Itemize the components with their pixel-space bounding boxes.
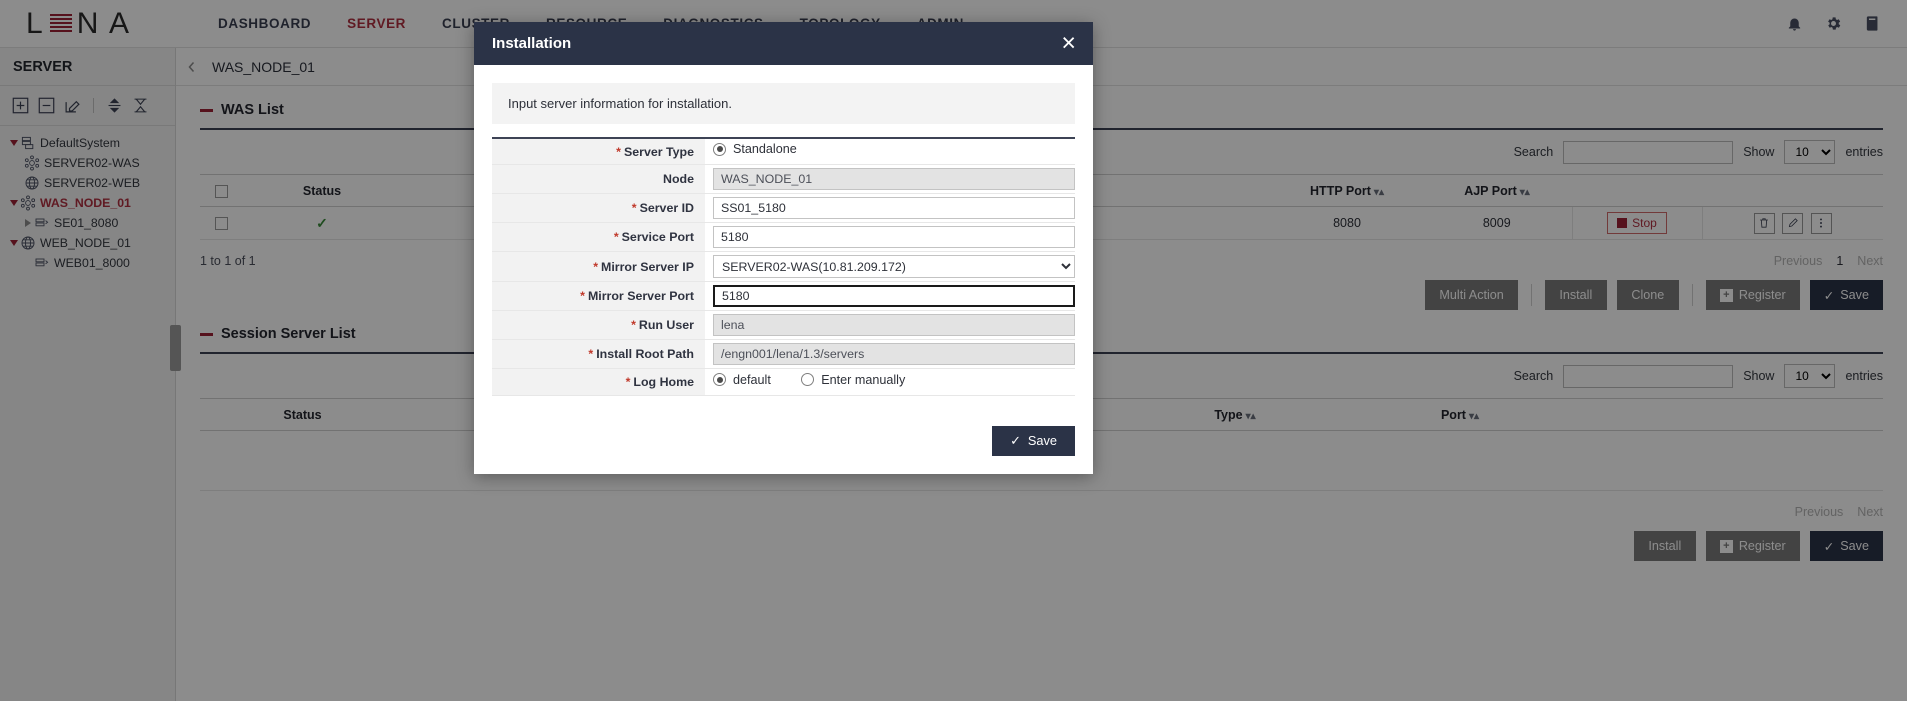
field-row-server-type: *Server Type Standalone xyxy=(492,138,1075,165)
radio-log-home-default[interactable]: default xyxy=(713,373,771,387)
install-root-path-label: *Install Root Path xyxy=(492,340,705,369)
dialog-title: Installation xyxy=(492,35,571,52)
server-id-input[interactable] xyxy=(713,197,1075,219)
run-user-input xyxy=(713,314,1075,336)
server-id-label: *Server ID xyxy=(492,194,705,223)
node-label: Node xyxy=(492,165,705,194)
close-icon[interactable]: × xyxy=(1058,31,1079,56)
radio-default-label: default xyxy=(733,373,771,387)
radio-icon[interactable] xyxy=(801,373,814,386)
dialog-header: Installation × xyxy=(474,22,1093,65)
server-id-value xyxy=(705,194,1075,223)
required-star: * xyxy=(614,230,619,244)
mirror-server-ip-value: SERVER02-WAS(10.81.209.172) xyxy=(705,252,1075,282)
dialog-instruction: Input server information for installatio… xyxy=(492,83,1075,124)
dialog-save-button[interactable]: ✓ Save xyxy=(992,426,1075,456)
field-row-mirror-server-ip: *Mirror Server IP SERVER02-WAS(10.81.209… xyxy=(492,252,1075,282)
service-port-input[interactable] xyxy=(713,226,1075,248)
field-row-node: Node xyxy=(492,165,1075,194)
run-user-label: *Run User xyxy=(492,311,705,340)
required-star: * xyxy=(593,260,598,274)
required-star: * xyxy=(626,375,631,389)
node-value xyxy=(705,165,1075,194)
radio-icon[interactable] xyxy=(713,373,726,386)
dialog-body: Input server information for installatio… xyxy=(474,65,1093,412)
field-row-service-port: *Service Port xyxy=(492,223,1075,252)
radio-icon[interactable] xyxy=(713,143,726,156)
check-icon: ✓ xyxy=(1010,433,1021,449)
server-type-value: Standalone xyxy=(705,138,1075,165)
service-port-label: *Service Port xyxy=(492,223,705,252)
installation-form: *Server Type Standalone Node *Server ID xyxy=(492,137,1075,396)
dialog-footer: ✓ Save xyxy=(474,412,1093,474)
install-root-path-input xyxy=(713,343,1075,365)
install-root-path-value xyxy=(705,340,1075,369)
field-row-run-user: *Run User xyxy=(492,311,1075,340)
service-port-value xyxy=(705,223,1075,252)
mirror-server-ip-select[interactable]: SERVER02-WAS(10.81.209.172) xyxy=(713,255,1075,278)
node-input xyxy=(713,168,1075,190)
server-type-label: *Server Type xyxy=(492,138,705,165)
radio-log-home-manual[interactable]: Enter manually xyxy=(801,373,905,387)
field-row-log-home: *Log Home default Enter manually xyxy=(492,369,1075,396)
field-row-install-root-path: *Install Root Path xyxy=(492,340,1075,369)
radio-manual-label: Enter manually xyxy=(821,373,905,387)
log-home-value: default Enter manually xyxy=(705,369,1075,396)
required-star: * xyxy=(632,201,637,215)
mirror-server-port-label: *Mirror Server Port xyxy=(492,282,705,311)
required-star: * xyxy=(631,318,636,332)
log-home-label: *Log Home xyxy=(492,369,705,396)
installation-dialog: Installation × Input server information … xyxy=(474,22,1093,474)
dialog-save-label: Save xyxy=(1028,433,1057,448)
mirror-server-ip-label: *Mirror Server IP xyxy=(492,252,705,282)
run-user-value xyxy=(705,311,1075,340)
radio-standalone-label: Standalone xyxy=(733,142,797,156)
required-star: * xyxy=(588,347,593,361)
field-row-mirror-server-port: *Mirror Server Port xyxy=(492,282,1075,311)
radio-standalone[interactable]: Standalone xyxy=(713,142,797,156)
required-star: * xyxy=(616,145,621,159)
mirror-server-port-value xyxy=(705,282,1075,311)
mirror-server-port-input[interactable] xyxy=(713,285,1075,307)
field-row-server-id: *Server ID xyxy=(492,194,1075,223)
required-star: * xyxy=(580,289,585,303)
